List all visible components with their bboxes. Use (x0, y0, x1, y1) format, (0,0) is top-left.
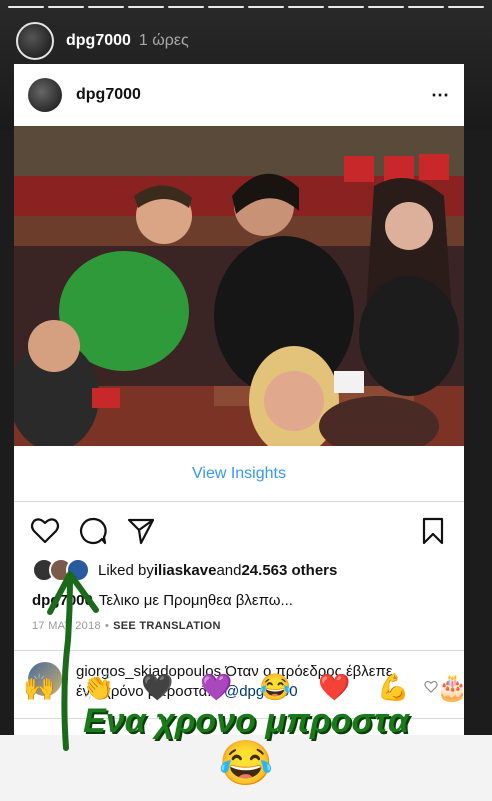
post-avatar[interactable] (28, 78, 62, 112)
instagram-post-card: dpg7000 ⋯ View Insights Liked by iliaska… (14, 64, 464, 735)
progress-segment (48, 6, 84, 8)
reaction-purple-heart[interactable]: 💜 (200, 672, 232, 703)
post-date: 17 MAY 2018 (32, 620, 101, 632)
date-separator: • (104, 620, 110, 632)
likes-prefix: Liked by (98, 561, 154, 579)
likes-count[interactable]: 24.563 others (241, 562, 337, 579)
story-username[interactable]: dpg7000 (66, 32, 131, 50)
likes-user[interactable]: iliaskave (154, 562, 217, 579)
progress-segment (248, 6, 284, 8)
reaction-black-heart[interactable]: 🖤 (141, 672, 173, 703)
story-timestamp: 1 ώρες (138, 32, 189, 49)
post-photo[interactable] (14, 126, 464, 446)
likes-line[interactable]: Liked by iliaskave and 24.563 others (32, 558, 337, 582)
post-actions-bar (14, 504, 464, 554)
reaction-tears-of-joy[interactable]: 😂 (259, 672, 291, 703)
progress-segment (328, 6, 364, 8)
post-username[interactable]: dpg7000 (76, 86, 141, 104)
progress-segment (208, 6, 244, 8)
laughing-emoji-sticker: 😂 (218, 739, 274, 788)
story-progress-bar (8, 6, 484, 8)
liker-avatars (32, 558, 90, 582)
more-options-icon[interactable]: ⋯ (431, 85, 450, 106)
progress-segment (168, 6, 204, 8)
post-date-line: 17 MAY 2018 • SEE TRANSLATION (32, 620, 221, 632)
reaction-clapping[interactable]: 👏 (82, 672, 114, 703)
post-header: dpg7000 ⋯ (14, 64, 464, 126)
liker-avatar (66, 558, 90, 582)
progress-segment (88, 6, 124, 8)
comment-icon[interactable] (78, 516, 108, 546)
reaction-red-heart[interactable]: ❤️ (318, 672, 350, 703)
story-avatar[interactable] (16, 22, 54, 60)
story-overlay-text: Ενα χρονο μπροστα (83, 702, 409, 740)
likes-middle: and (216, 561, 242, 579)
progress-segment (368, 6, 404, 8)
caption-text: Τελικο με Προμηθεα βλεπω... (98, 592, 293, 609)
progress-segment (408, 6, 444, 8)
share-icon[interactable] (126, 516, 156, 546)
heart-icon[interactable] (30, 516, 60, 546)
divider (14, 650, 464, 651)
photo-illustration (14, 126, 464, 446)
progress-segment (448, 6, 484, 8)
caption-username[interactable]: dpg7000 (32, 592, 93, 609)
story-header: dpg7000 1 ώρες (16, 22, 189, 60)
quick-reactions-bar: 🙌 👏 🖤 💜 😂 ❤️ 💪 🎂 (0, 672, 492, 703)
progress-segment (128, 6, 164, 8)
post-caption: dpg7000 Τελικο με Προμηθεα βλεπω... (32, 592, 293, 609)
reaction-flexed-biceps[interactable]: 💪 (377, 672, 409, 703)
reaction-cake[interactable]: 🎂 (436, 672, 468, 703)
reaction-raised-hands[interactable]: 🙌 (23, 672, 55, 703)
see-translation-link[interactable]: SEE TRANSLATION (113, 620, 221, 632)
progress-segment (288, 6, 324, 8)
view-insights-link[interactable]: View Insights (14, 446, 464, 502)
bookmark-icon[interactable] (418, 516, 448, 546)
progress-segment (8, 6, 44, 8)
